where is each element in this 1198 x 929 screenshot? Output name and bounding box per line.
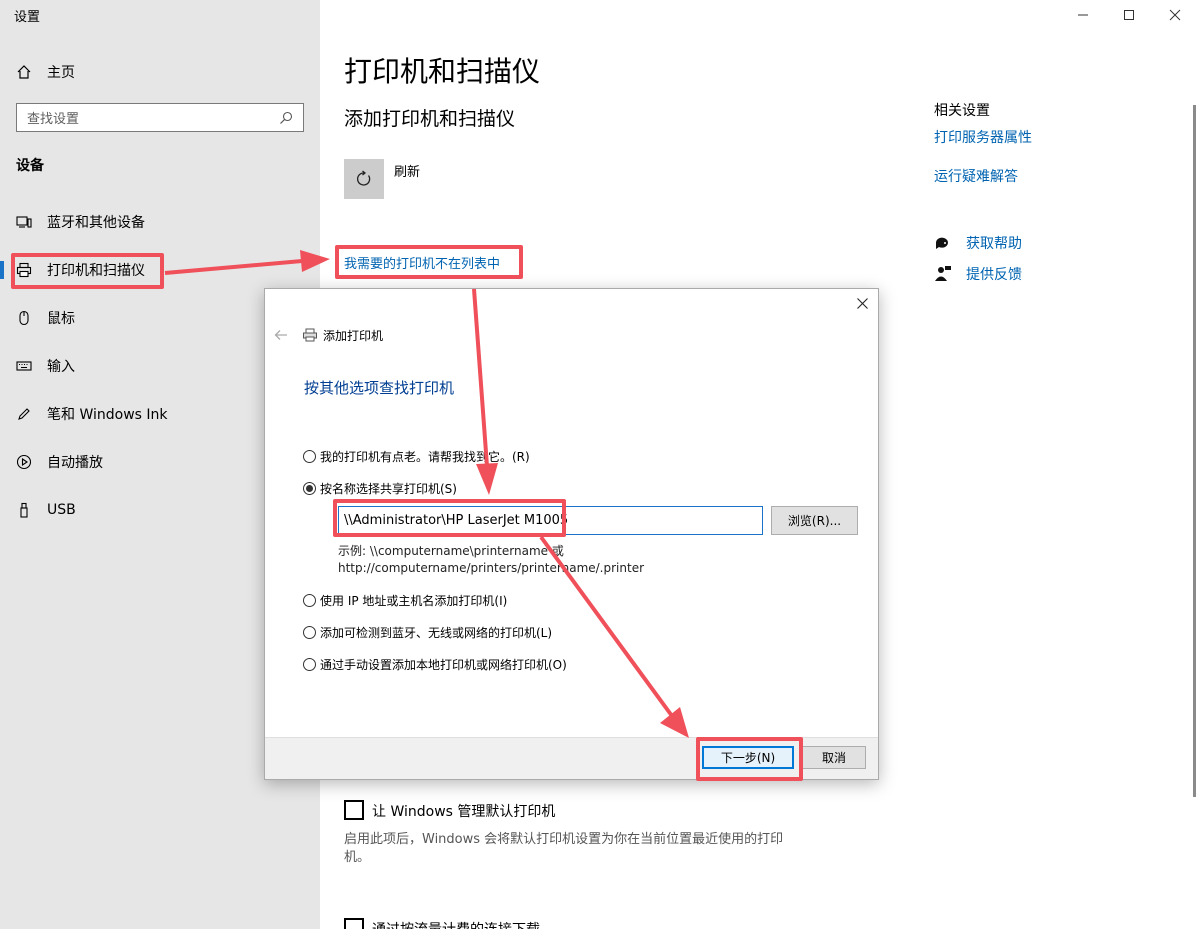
nav-home-label: 主页 — [47, 65, 75, 81]
maximize-button[interactable] — [1106, 0, 1152, 30]
run-troubleshooter-link[interactable]: 运行疑难解答 — [934, 166, 1018, 186]
search-placeholder: 查找设置 — [27, 112, 80, 127]
radio-button[interactable] — [303, 594, 316, 607]
example-line: 示例: \\computername\printername 或 — [338, 544, 564, 558]
pen-icon — [18, 408, 30, 420]
minimize-button[interactable] — [1060, 0, 1106, 30]
section-label: 设备 — [16, 158, 44, 174]
option-label: 通过手动设置添加本地打印机或网络打印机(O) — [320, 658, 567, 672]
close-icon — [856, 297, 868, 309]
page-title: 打印机和扫描仪 — [344, 55, 541, 88]
dialog-close-button[interactable] — [854, 295, 870, 311]
radio-button-selected[interactable] — [303, 482, 316, 495]
option-label: 按名称选择共享打印机(S) — [320, 482, 457, 496]
highlight-box-printer-name — [333, 499, 566, 537]
close-icon — [1169, 9, 1181, 21]
default-printer-checkbox[interactable] — [344, 800, 364, 820]
sidebar-item-label: USB — [47, 502, 76, 518]
keyboard-icon — [16, 361, 32, 371]
example-text: 示例: \\computername\printername 或 http://… — [338, 543, 698, 577]
sidebar-item-label: 自动播放 — [47, 455, 103, 471]
option-label: 添加可检测到蓝牙、无线或网络的打印机(L) — [320, 626, 553, 640]
option-label: 使用 IP 地址或主机名添加打印机(I) — [320, 594, 508, 608]
example-line: http://computername/printers/printername… — [338, 561, 645, 575]
refresh-label: 刷新 — [394, 165, 421, 180]
highlight-box-not-listed — [335, 245, 523, 279]
sidebar-item-label: 输入 — [47, 359, 75, 375]
minimize-icon — [1078, 14, 1088, 16]
sidebar-item-label: 笔和 Windows Ink — [47, 407, 168, 423]
app-title: 设置 — [14, 10, 41, 25]
maximize-icon — [1124, 10, 1134, 20]
home-icon — [17, 65, 31, 79]
option-ip-hostname[interactable]: 使用 IP 地址或主机名添加打印机(I) — [303, 592, 507, 609]
mouse-icon — [19, 310, 29, 326]
feedback-link[interactable]: 提供反馈 — [934, 264, 1022, 284]
autoplay-icon — [16, 454, 32, 470]
window-controls — [1060, 0, 1198, 30]
feedback-icon — [935, 266, 951, 281]
highlight-box-sidebar-printers — [11, 253, 164, 289]
option-old-printer[interactable]: 我的打印机有点老。请帮我找到它。(R) — [303, 448, 530, 465]
sidebar-item-label: 蓝牙和其他设备 — [47, 215, 145, 231]
help-chat-icon — [935, 237, 948, 249]
metered-download-label: 通过按流量计费的连接下载 — [372, 919, 540, 929]
usb-icon — [20, 502, 28, 518]
dialog-title: 添加打印机 — [323, 329, 384, 343]
option-bluetooth-wireless[interactable]: 添加可检测到蓝牙、无线或网络的打印机(L) — [303, 624, 552, 641]
metered-download-checkbox[interactable] — [344, 918, 364, 929]
bluetooth-devices-icon — [16, 216, 32, 228]
back-arrow-icon[interactable] — [273, 327, 289, 343]
radio-button[interactable] — [303, 450, 316, 463]
search-input[interactable]: 查找设置 — [16, 103, 304, 132]
feedback-label: 提供反馈 — [966, 267, 1022, 283]
dialog-heading: 按其他选项查找打印机 — [304, 379, 455, 397]
sidebar-item-label: 鼠标 — [47, 311, 75, 327]
option-shared-by-name[interactable]: 按名称选择共享打印机(S) — [303, 480, 457, 497]
get-help-link[interactable]: 获取帮助 — [934, 233, 1022, 253]
radio-button[interactable] — [303, 626, 316, 639]
option-label: 我的打印机有点老。请帮我找到它。(R) — [320, 450, 530, 464]
refresh-button[interactable] — [344, 159, 384, 199]
sidebar-item-bluetooth[interactable]: 蓝牙和其他设备 — [0, 204, 320, 240]
close-button[interactable] — [1152, 0, 1198, 30]
search-icon — [280, 111, 293, 124]
option-manual-local[interactable]: 通过手动设置添加本地打印机或网络打印机(O) — [303, 656, 567, 673]
scrollbar[interactable] — [1193, 105, 1196, 797]
related-settings-title: 相关设置 — [934, 103, 990, 119]
page-subtitle: 添加打印机和扫描仪 — [344, 108, 516, 130]
browse-button[interactable]: 浏览(R)... — [771, 506, 858, 535]
printer-icon — [303, 328, 317, 342]
radio-button[interactable] — [303, 658, 316, 671]
default-printer-label: 让 Windows 管理默认打印机 — [372, 804, 556, 820]
refresh-icon — [356, 170, 371, 186]
get-help-label: 获取帮助 — [966, 236, 1022, 252]
cancel-button[interactable]: 取消 — [802, 746, 866, 769]
highlight-box-next — [696, 737, 803, 781]
default-printer-description: 启用此项后，Windows 会将默认打印机设置为你在当前位置最近使用的打印机。 — [344, 832, 784, 865]
print-server-properties-link[interactable]: 打印服务器属性 — [934, 127, 1032, 147]
nav-home[interactable]: 主页 — [16, 60, 75, 84]
